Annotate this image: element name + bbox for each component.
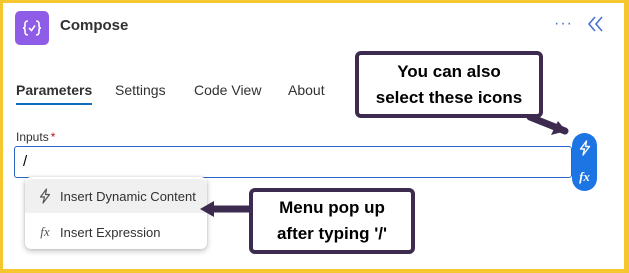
callout-icons-line-2: select these icons xyxy=(375,87,523,107)
arrow-to-menu xyxy=(200,201,256,217)
arrow-to-icons xyxy=(526,113,569,135)
callout-menu: Menu pop up after typing '/' xyxy=(249,188,415,254)
callout-icons-line-1: You can also xyxy=(397,61,501,81)
callout-icons: You can also select these icons xyxy=(355,51,543,118)
callout-menu-line-1: Menu pop up xyxy=(279,198,385,217)
callout-menu-line-2: after typing '/' xyxy=(276,224,388,243)
